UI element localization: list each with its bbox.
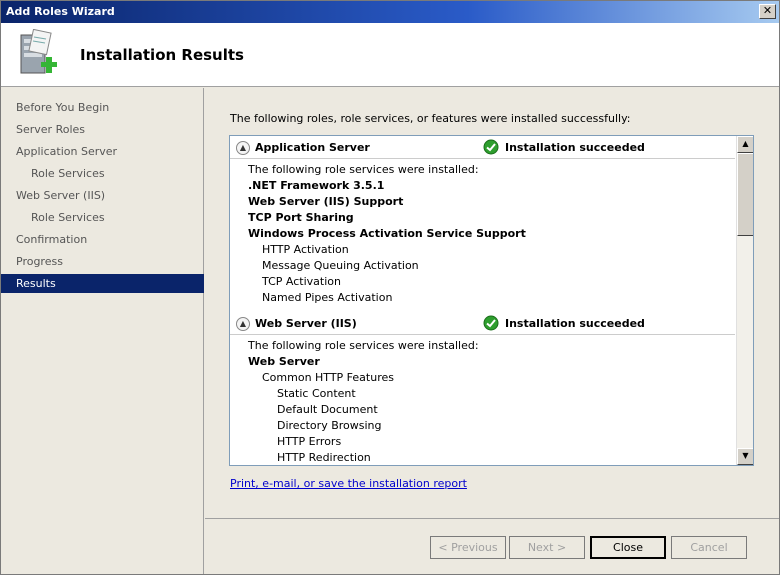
section-status: Installation succeeded: [505, 141, 645, 154]
installed-subitem: Static Content: [277, 387, 356, 400]
installed-intro-line: The following role services were install…: [248, 339, 479, 352]
section-name: Web Server (IIS): [255, 317, 357, 330]
installed-subitem: Default Document: [277, 403, 378, 416]
installed-subitem: TCP Activation: [262, 275, 341, 288]
title-bar: Add Roles Wizard ✕: [1, 1, 779, 23]
wizard-header: Installation Results: [1, 23, 779, 87]
step-progress[interactable]: Progress: [1, 252, 204, 271]
next-button[interactable]: Next >: [509, 536, 585, 559]
close-button[interactable]: Close: [590, 536, 666, 559]
scroll-up-button[interactable]: ▲: [737, 136, 753, 153]
section-divider: [230, 158, 735, 159]
close-icon: ✕: [762, 4, 773, 17]
step-web-server[interactable]: Web Server (IIS): [1, 186, 204, 205]
wizard-window: Add Roles Wizard ✕ Installation Results …: [0, 0, 780, 575]
success-check-icon: [483, 315, 499, 331]
results-list[interactable]: ▲ Application Server Installation succee…: [229, 135, 754, 466]
section-header-application-server: ▲ Application Server Installation succee…: [230, 139, 735, 159]
installed-subitem: Directory Browsing: [277, 419, 382, 432]
results-content: The following roles, role services, or f…: [205, 88, 779, 518]
section-divider: [230, 334, 735, 335]
installed-subitem: HTTP Errors: [277, 435, 342, 448]
installed-subitem: HTTP Activation: [262, 243, 349, 256]
server-add-icon: [20, 29, 57, 74]
step-server-roles[interactable]: Server Roles: [1, 120, 204, 139]
step-results[interactable]: Results: [1, 274, 204, 293]
installed-subitem: Message Queuing Activation: [262, 259, 419, 272]
section-name: Application Server: [255, 141, 370, 154]
wizard-steps-sidebar: Before You Begin Server Roles Applicatio…: [1, 88, 204, 574]
close-window-button[interactable]: ✕: [759, 4, 776, 19]
installed-item: Windows Process Activation Service Suppo…: [248, 227, 526, 240]
collapse-chevron-icon[interactable]: ▲: [236, 317, 250, 331]
wizard-footer: < Previous Next > Close Cancel: [205, 518, 779, 574]
step-web-role-services[interactable]: Role Services: [1, 208, 204, 227]
installation-report-link[interactable]: Print, e-mail, or save the installation …: [230, 477, 467, 490]
scroll-thumb[interactable]: [737, 153, 753, 236]
installed-subitem: HTTP Redirection: [277, 451, 371, 464]
installed-subitem: Common HTTP Features: [262, 371, 394, 384]
step-confirmation[interactable]: Confirmation: [1, 230, 204, 249]
installed-intro-line: The following role services were install…: [248, 163, 479, 176]
step-app-role-services[interactable]: Role Services: [1, 164, 204, 183]
installed-item: .NET Framework 3.5.1: [248, 179, 385, 192]
page-title: Installation Results: [80, 46, 244, 64]
installed-item: TCP Port Sharing: [248, 211, 354, 224]
installed-item: Web Server: [248, 355, 320, 368]
installed-subitem: Named Pipes Activation: [262, 291, 393, 304]
section-status: Installation succeeded: [505, 317, 645, 330]
window-title: Add Roles Wizard: [6, 5, 115, 18]
success-check-icon: [483, 139, 499, 155]
collapse-chevron-icon[interactable]: ▲: [236, 141, 250, 155]
previous-button[interactable]: < Previous: [430, 536, 506, 559]
scroll-down-button[interactable]: ▼: [737, 448, 753, 465]
installed-item: Web Server (IIS) Support: [248, 195, 404, 208]
intro-text: The following roles, role services, or f…: [230, 112, 631, 125]
step-before-you-begin[interactable]: Before You Begin: [1, 98, 204, 117]
cancel-button[interactable]: Cancel: [671, 536, 747, 559]
section-header-web-server: ▲ Web Server (IIS) Installation succeede…: [230, 315, 735, 335]
results-scrollbar[interactable]: ▲ ▼: [736, 136, 753, 465]
step-application-server[interactable]: Application Server: [1, 142, 204, 161]
